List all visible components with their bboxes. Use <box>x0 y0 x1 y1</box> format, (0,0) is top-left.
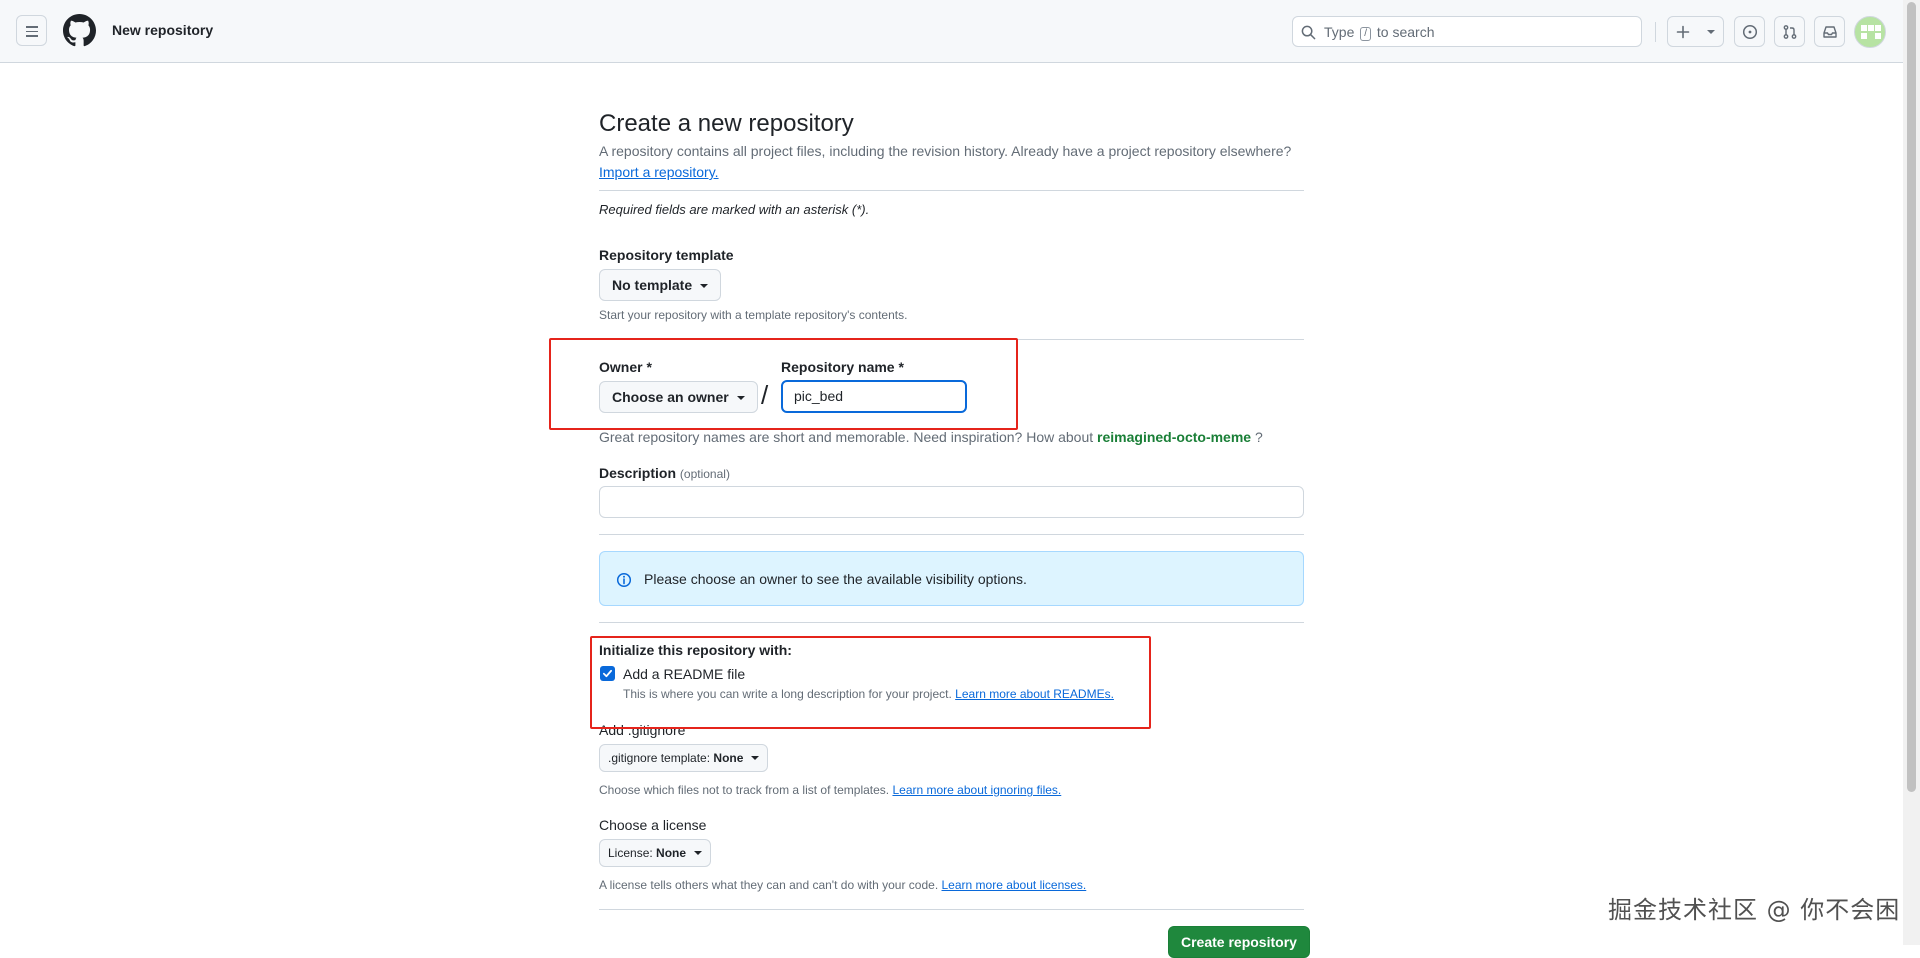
template-label: Repository template <box>599 247 734 263</box>
search-input[interactable]: Type / to search <box>1292 16 1642 47</box>
divider <box>599 622 1304 623</box>
app-header: New repository Type / to search <box>0 0 1903 63</box>
user-avatar[interactable] <box>1854 16 1886 48</box>
import-repository-link[interactable]: Import a repository. <box>599 164 719 180</box>
initialize-heading: Initialize this repository with: <box>599 642 792 658</box>
chevron-down-icon <box>694 851 703 855</box>
repo-name-label: Repository name * <box>781 359 904 375</box>
readme-label[interactable]: Add a README file <box>623 666 745 682</box>
divider <box>599 534 1304 535</box>
page-context-title: New repository <box>112 22 214 38</box>
owner-label: Owner * <box>599 359 652 375</box>
chevron-down-icon <box>700 284 709 288</box>
search-icon <box>1301 25 1316 40</box>
description-label: Description (optional) <box>599 465 730 481</box>
github-logo-icon[interactable] <box>63 14 96 47</box>
issues-icon <box>1742 24 1758 40</box>
readme-note: This is where you can write a long descr… <box>623 687 1114 701</box>
pull-requests-icon <box>1783 25 1797 39</box>
hamburger-menu-button[interactable] <box>16 15 47 46</box>
owner-select-button[interactable]: Choose an owner <box>599 381 758 413</box>
chevron-down-icon <box>736 396 745 400</box>
license-select-button[interactable]: License: None <box>599 839 712 867</box>
optional-tag: (optional) <box>679 467 730 481</box>
required-fields-note: Required fields are marked with an aster… <box>599 202 870 217</box>
learn-ignoring-files-link[interactable]: Learn more about ignoring files. <box>892 783 1061 797</box>
readme-checkbox[interactable] <box>600 666 615 681</box>
learn-readmes-link[interactable]: Learn more about READMEs. <box>955 687 1114 701</box>
page-subtitle: A repository contains all project files,… <box>599 143 1292 159</box>
check-icon <box>602 669 613 678</box>
template-note: Start your repository with a template re… <box>599 308 908 322</box>
plus-icon <box>1676 25 1690 39</box>
divider <box>599 190 1304 191</box>
visibility-info-banner: Please choose an owner to see the availa… <box>599 551 1304 606</box>
visibility-info-text: Please choose an owner to see the availa… <box>644 571 1027 587</box>
inbox-button[interactable] <box>1814 16 1845 47</box>
learn-licenses-link[interactable]: Learn more about licenses. <box>942 878 1087 892</box>
license-note: A license tells others what they can and… <box>599 878 1087 892</box>
scrollbar-thumb[interactable] <box>1907 2 1916 792</box>
description-input[interactable] <box>599 486 1304 518</box>
hamburger-icon <box>26 26 38 28</box>
gitignore-note: Choose which files not to track from a l… <box>599 783 1062 797</box>
create-repository-button[interactable]: Create repository <box>1168 926 1310 958</box>
search-shortcut-key: / <box>1360 27 1372 41</box>
chevron-down-icon <box>1707 30 1715 34</box>
create-new-button[interactable] <box>1667 16 1724 47</box>
template-select-button[interactable]: No template <box>599 269 722 301</box>
license-label: Choose a license <box>599 817 707 833</box>
page-scrollbar[interactable] <box>1903 0 1920 945</box>
page-title: Create a new repository <box>599 110 854 137</box>
pull-requests-button[interactable] <box>1774 16 1805 47</box>
repo-name-input[interactable]: pic_bed <box>781 380 967 413</box>
gitignore-label: Add .gitignore <box>599 722 686 738</box>
name-suggestion: Great repository names are short and mem… <box>599 429 1263 445</box>
owner-repo-separator: / <box>761 380 769 410</box>
inbox-icon <box>1823 26 1837 38</box>
divider <box>599 909 1304 910</box>
header-divider <box>1655 22 1656 42</box>
info-icon <box>616 572 632 588</box>
issues-button[interactable] <box>1734 16 1765 47</box>
chevron-down-icon <box>751 756 760 760</box>
gitignore-select-button[interactable]: .gitignore template: None <box>599 744 769 772</box>
suggested-name-link[interactable]: reimagined-octo-meme <box>1097 429 1251 445</box>
watermark-text: 掘金技术社区 @ 你不会困 <box>1608 896 1901 924</box>
divider <box>599 339 1304 340</box>
search-placeholder: Type / to search <box>1324 24 1435 41</box>
